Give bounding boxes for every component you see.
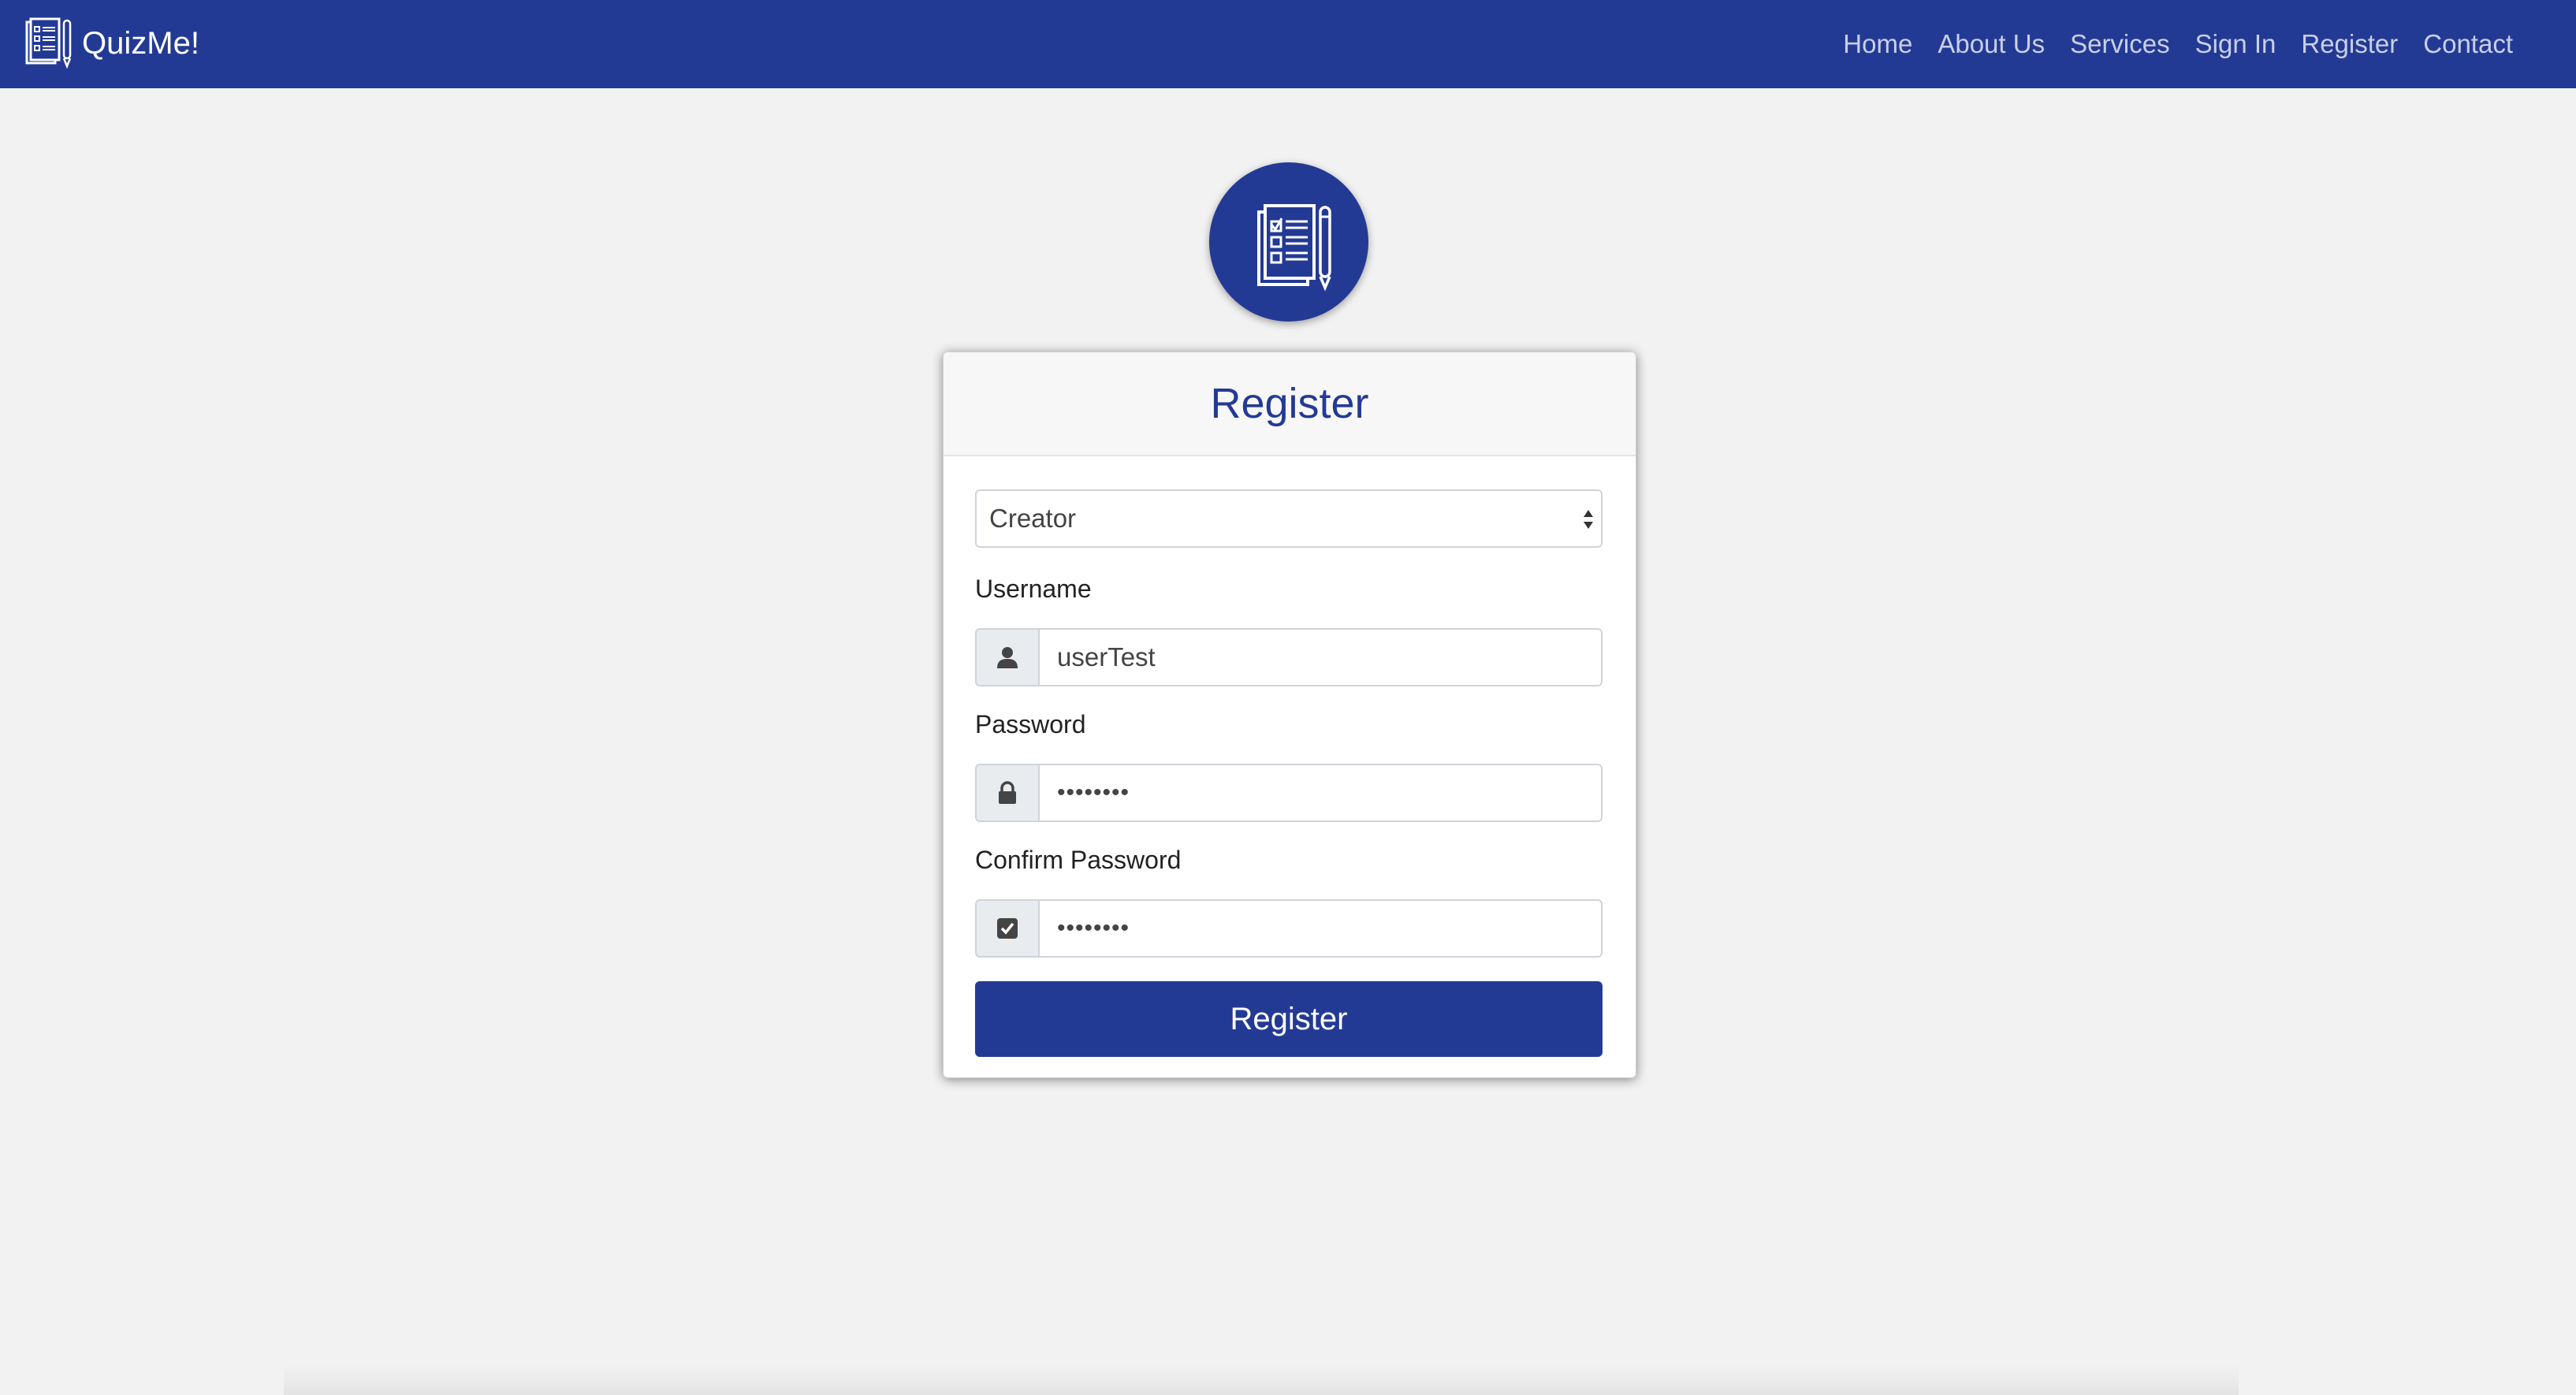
role-select[interactable]: Creator [975,489,1603,548]
nav-about-us[interactable]: About Us [1938,29,2045,59]
check-square-icon [997,918,1018,939]
avatar [1209,162,1368,322]
brand-name: QuizMe! [82,25,199,61]
confirm-password-label: Confirm Password [975,846,1182,874]
password-addon [975,764,1038,822]
quiz-clipboard-icon [25,17,72,69]
register-button[interactable]: Register [975,981,1603,1057]
password-input[interactable]: •••••••• [1038,764,1603,822]
lock-icon [999,781,1016,804]
username-label: Username [975,575,1092,603]
select-arrows-icon [1584,510,1593,529]
password-group: •••••••• [975,764,1603,822]
footer-shadow [284,1363,2239,1395]
card-title: Register [1210,380,1369,427]
confirm-password-addon [975,899,1038,958]
confirm-password-input[interactable]: •••••••• [1038,899,1603,958]
nav-links: Home About Us Services Sign In Register … [1818,0,2513,88]
page: QuizMe! Home About Us Services Sign In R… [0,0,2576,1395]
register-card: Register Creator Username userTest Passw… [943,352,1636,1078]
username-input[interactable]: userTest [1038,628,1603,686]
nav-contact[interactable]: Contact [2423,29,2513,59]
brand-link[interactable]: QuizMe! [24,16,199,71]
card-header: Register [944,352,1636,456]
nav-register[interactable]: Register [2301,29,2398,59]
password-label: Password [975,710,1086,738]
nav-home[interactable]: Home [1843,29,1912,59]
nav-sign-in[interactable]: Sign In [2195,29,2276,59]
quiz-clipboard-icon [1257,204,1331,292]
username-addon [975,628,1038,686]
username-group: userTest [975,628,1603,686]
user-icon [997,647,1018,668]
nav-services[interactable]: Services [2070,29,2170,59]
role-select-value: Creator [989,504,1077,533]
confirm-password-group: •••••••• [975,899,1603,958]
navbar: QuizMe! Home About Us Services Sign In R… [0,0,2576,88]
